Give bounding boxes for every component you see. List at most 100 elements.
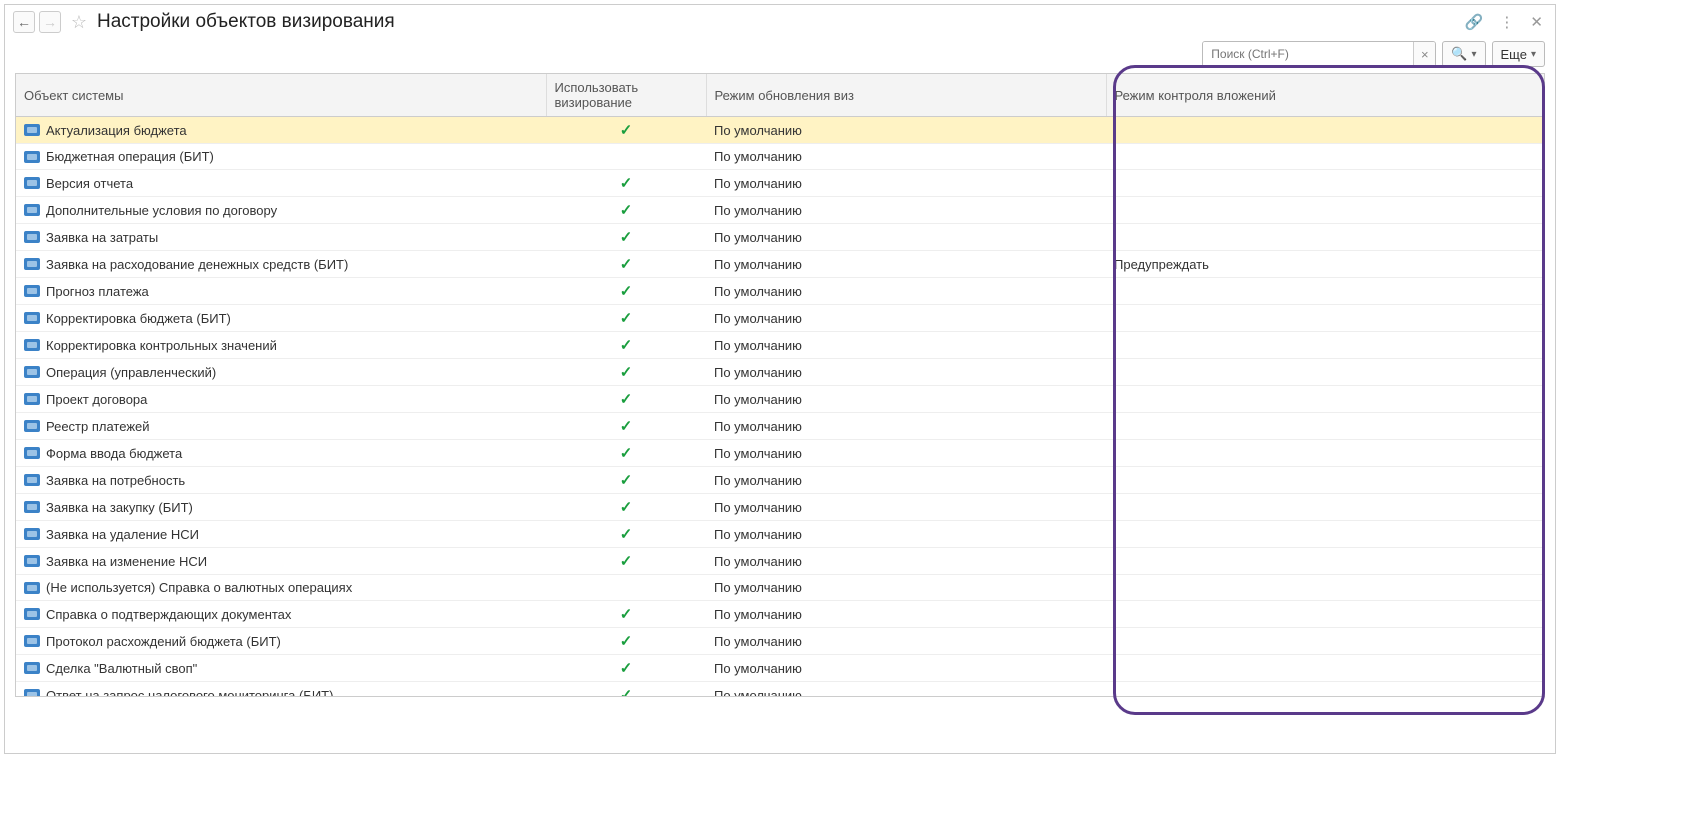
use-cell[interactable]: ✓ [546, 359, 706, 386]
control-cell[interactable] [1106, 305, 1544, 332]
nav-forward-button[interactable]: → [39, 11, 61, 33]
table-row[interactable]: Заявка на удаление НСИ✓По умолчанию [16, 521, 1544, 548]
favorite-star-icon[interactable]: ☆ [69, 12, 89, 32]
use-cell[interactable]: ✓ [546, 386, 706, 413]
control-cell[interactable] [1106, 467, 1544, 494]
table-row[interactable]: Заявка на расходование денежных средств … [16, 251, 1544, 278]
control-cell[interactable] [1106, 224, 1544, 251]
mode-cell[interactable]: По умолчанию [706, 170, 1106, 197]
table-row[interactable]: Бюджетная операция (БИТ)По умолчанию [16, 144, 1544, 170]
search-clear-button[interactable]: × [1413, 42, 1435, 66]
table-row[interactable]: Заявка на закупку (БИТ)✓По умолчанию [16, 494, 1544, 521]
control-cell[interactable]: Предупреждать [1106, 251, 1544, 278]
column-header-control[interactable]: Режим контроля вложений [1106, 74, 1544, 117]
mode-cell[interactable]: По умолчанию [706, 467, 1106, 494]
use-cell[interactable]: ✓ [546, 682, 706, 698]
mode-cell[interactable]: По умолчанию [706, 440, 1106, 467]
use-cell[interactable]: ✓ [546, 440, 706, 467]
control-cell[interactable] [1106, 413, 1544, 440]
use-cell[interactable] [546, 144, 706, 170]
control-cell[interactable] [1106, 575, 1544, 601]
table-row[interactable]: Корректировка контрольных значений✓По ум… [16, 332, 1544, 359]
use-cell[interactable]: ✓ [546, 224, 706, 251]
use-cell[interactable]: ✓ [546, 467, 706, 494]
mode-cell[interactable]: По умолчанию [706, 655, 1106, 682]
use-cell[interactable] [546, 575, 706, 601]
table-row[interactable]: Заявка на изменение НСИ✓По умолчанию [16, 548, 1544, 575]
table-row[interactable]: Заявка на затраты✓По умолчанию [16, 224, 1544, 251]
control-cell[interactable] [1106, 440, 1544, 467]
use-cell[interactable]: ✓ [546, 601, 706, 628]
more-button[interactable]: Еще ▾ [1492, 41, 1545, 67]
mode-cell[interactable]: По умолчанию [706, 251, 1106, 278]
mode-cell[interactable]: По умолчанию [706, 521, 1106, 548]
column-header-object[interactable]: Объект системы [16, 74, 546, 117]
mode-cell[interactable]: По умолчанию [706, 278, 1106, 305]
table-row[interactable]: Справка о подтверждающих документах✓По у… [16, 601, 1544, 628]
mode-cell[interactable]: По умолчанию [706, 224, 1106, 251]
mode-cell[interactable]: По умолчанию [706, 386, 1106, 413]
mode-cell[interactable]: По умолчанию [706, 144, 1106, 170]
table-row[interactable]: (Не используется) Справка о валютных опе… [16, 575, 1544, 601]
mode-cell[interactable]: По умолчанию [706, 575, 1106, 601]
table-row[interactable]: Проект договора✓По умолчанию [16, 386, 1544, 413]
control-cell[interactable] [1106, 548, 1544, 575]
control-cell[interactable] [1106, 359, 1544, 386]
use-cell[interactable]: ✓ [546, 278, 706, 305]
table-row[interactable]: Ответ на запрос налогового мониторинга (… [16, 682, 1544, 698]
table-row[interactable]: Дополнительные условия по договору✓По ум… [16, 197, 1544, 224]
use-cell[interactable]: ✓ [546, 197, 706, 224]
control-cell[interactable] [1106, 144, 1544, 170]
control-cell[interactable] [1106, 521, 1544, 548]
use-cell[interactable]: ✓ [546, 251, 706, 278]
use-cell[interactable]: ✓ [546, 413, 706, 440]
use-cell[interactable]: ✓ [546, 655, 706, 682]
mode-cell[interactable]: По умолчанию [706, 628, 1106, 655]
control-cell[interactable] [1106, 197, 1544, 224]
table-row[interactable]: Корректировка бюджета (БИТ)✓По умолчанию [16, 305, 1544, 332]
use-cell[interactable]: ✓ [546, 548, 706, 575]
use-cell[interactable]: ✓ [546, 628, 706, 655]
column-header-use[interactable]: Использовать визирование [546, 74, 706, 117]
table-row[interactable]: Версия отчета✓По умолчанию [16, 170, 1544, 197]
control-cell[interactable] [1106, 601, 1544, 628]
use-cell[interactable]: ✓ [546, 117, 706, 144]
column-header-mode[interactable]: Режим обновления виз [706, 74, 1106, 117]
table-row[interactable]: Заявка на потребность✓По умолчанию [16, 467, 1544, 494]
control-cell[interactable] [1106, 386, 1544, 413]
mode-cell[interactable]: По умолчанию [706, 305, 1106, 332]
use-cell[interactable]: ✓ [546, 305, 706, 332]
mode-cell[interactable]: По умолчанию [706, 359, 1106, 386]
table-row[interactable]: Реестр платежей✓По умолчанию [16, 413, 1544, 440]
mode-cell[interactable]: По умолчанию [706, 197, 1106, 224]
use-cell[interactable]: ✓ [546, 521, 706, 548]
nav-back-button[interactable]: ← [13, 11, 35, 33]
control-cell[interactable] [1106, 682, 1544, 698]
control-cell[interactable] [1106, 655, 1544, 682]
table-row[interactable]: Прогноз платежа✓По умолчанию [16, 278, 1544, 305]
mode-cell[interactable]: По умолчанию [706, 332, 1106, 359]
table-row[interactable]: Протокол расхождений бюджета (БИТ)✓По ум… [16, 628, 1544, 655]
table-row[interactable]: Сделка "Валютный своп"✓По умолчанию [16, 655, 1544, 682]
table-row[interactable]: Операция (управленческий)✓По умолчанию [16, 359, 1544, 386]
close-icon[interactable]: ✕ [1526, 11, 1547, 33]
link-icon[interactable]: 🔗 [1461, 11, 1488, 33]
use-cell[interactable]: ✓ [546, 332, 706, 359]
control-cell[interactable] [1106, 117, 1544, 144]
control-cell[interactable] [1106, 494, 1544, 521]
mode-cell[interactable]: По умолчанию [706, 117, 1106, 144]
mode-cell[interactable]: По умолчанию [706, 601, 1106, 628]
table-row[interactable]: Актуализация бюджета✓По умолчанию [16, 117, 1544, 144]
control-cell[interactable] [1106, 628, 1544, 655]
control-cell[interactable] [1106, 170, 1544, 197]
table-row[interactable]: Форма ввода бюджета✓По умолчанию [16, 440, 1544, 467]
control-cell[interactable] [1106, 278, 1544, 305]
search-input[interactable] [1203, 42, 1413, 66]
kebab-menu-icon[interactable]: ⋮ [1495, 11, 1518, 33]
mode-cell[interactable]: По умолчанию [706, 413, 1106, 440]
use-cell[interactable]: ✓ [546, 494, 706, 521]
mode-cell[interactable]: По умолчанию [706, 548, 1106, 575]
search-dropdown-button[interactable]: 🔍 ▾ [1442, 41, 1485, 67]
mode-cell[interactable]: По умолчанию [706, 682, 1106, 698]
use-cell[interactable]: ✓ [546, 170, 706, 197]
